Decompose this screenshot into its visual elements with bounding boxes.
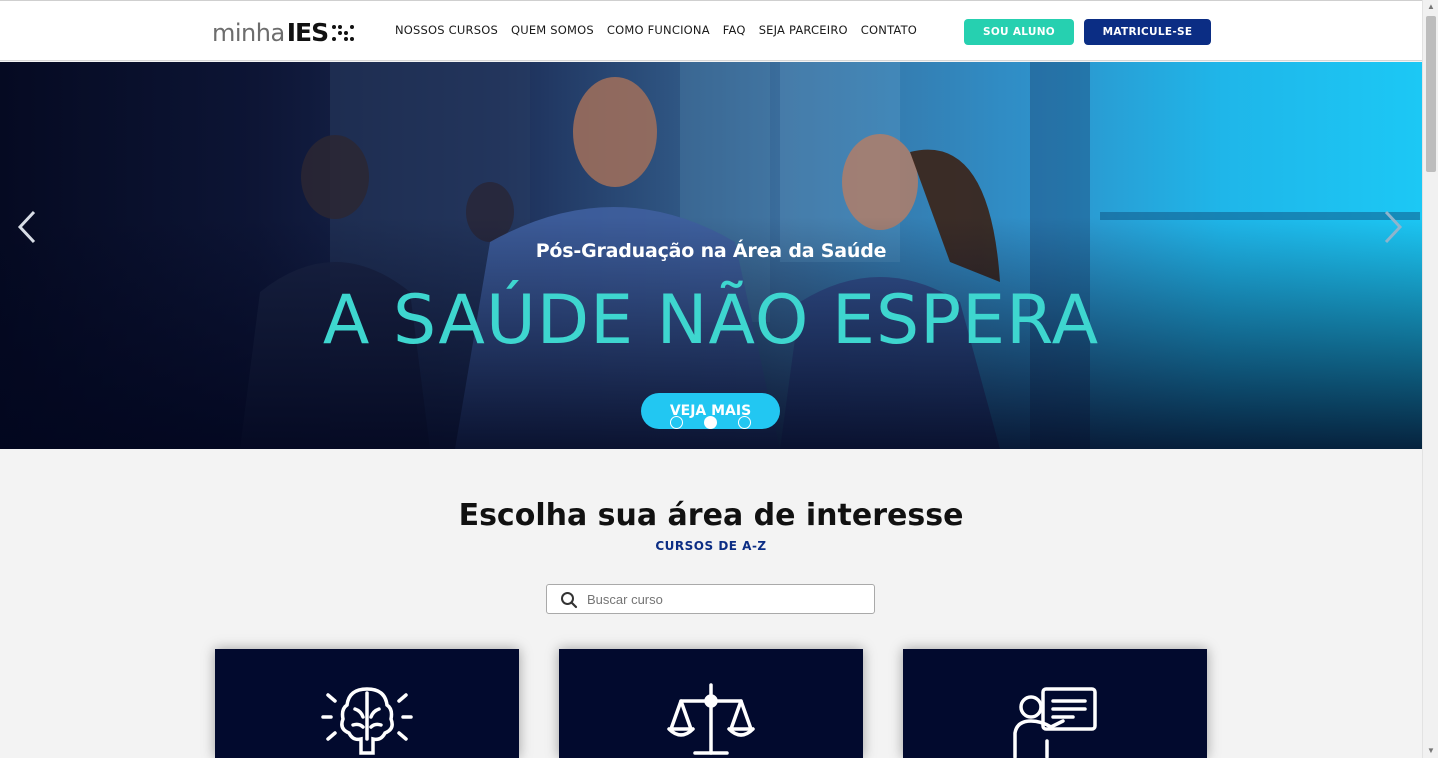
search-box: [546, 584, 875, 614]
cursos-a-z-link[interactable]: CURSOS DE A-Z: [0, 539, 1422, 553]
nav-faq[interactable]: FAQ: [723, 23, 746, 37]
matricule-se-button[interactable]: MATRICULE-SE: [1084, 19, 1211, 45]
nav-contato[interactable]: CONTATO: [861, 23, 917, 37]
main-nav: NOSSOS CURSOS QUEM SOMOS COMO FUNCIONA F…: [395, 23, 917, 37]
nav-nossos-cursos[interactable]: NOSSOS CURSOS: [395, 23, 498, 37]
logo-dots-icon: [332, 25, 355, 41]
carousel-indicators: [670, 416, 751, 429]
section-title: Escolha sua área de interesse: [458, 498, 964, 533]
page: minha IES NOSSOS CURSOS QUEM SOMOS COMO …: [0, 0, 1438, 758]
area-card-psicologia[interactable]: [215, 649, 519, 758]
hero-carousel: Pós-Graduação na Área da Saúde A SAÚDE N…: [0, 62, 1422, 449]
scroll-down-icon[interactable]: ▼: [1423, 744, 1438, 758]
search-input[interactable]: [587, 590, 857, 609]
carousel-dot[interactable]: [670, 416, 683, 429]
logo[interactable]: minha IES: [212, 17, 355, 47]
hero-title: A SAÚDE NÃO ESPERA: [322, 281, 1100, 360]
scroll-up-icon[interactable]: ▲: [1423, 0, 1438, 14]
logo-minha-text: minha: [212, 19, 285, 47]
logo-ies-text: IES: [286, 18, 329, 47]
hero-subtitle: Pós-Graduação na Área da Saúde: [535, 240, 887, 262]
carousel-dot[interactable]: [738, 416, 751, 429]
area-card-educacao[interactable]: [903, 649, 1207, 758]
sou-aluno-button[interactable]: SOU ALUNO: [964, 19, 1074, 45]
teacher-board-icon: [1013, 687, 1097, 758]
site-header: minha IES NOSSOS CURSOS QUEM SOMOS COMO …: [0, 0, 1422, 61]
page-scrollbar[interactable]: ▲ ▼: [1422, 0, 1438, 758]
scroll-thumb[interactable]: [1426, 16, 1436, 172]
area-card-direito[interactable]: [559, 649, 863, 758]
nav-seja-parceiro[interactable]: SEJA PARCEIRO: [759, 23, 848, 37]
nav-como-funciona[interactable]: COMO FUNCIONA: [607, 23, 710, 37]
carousel-dot-active[interactable]: [704, 416, 717, 429]
search-icon: [561, 592, 578, 609]
scales-of-justice-icon: [667, 683, 755, 755]
nav-quem-somos[interactable]: QUEM SOMOS: [511, 23, 594, 37]
brain-lightbulb-icon: [321, 687, 413, 755]
